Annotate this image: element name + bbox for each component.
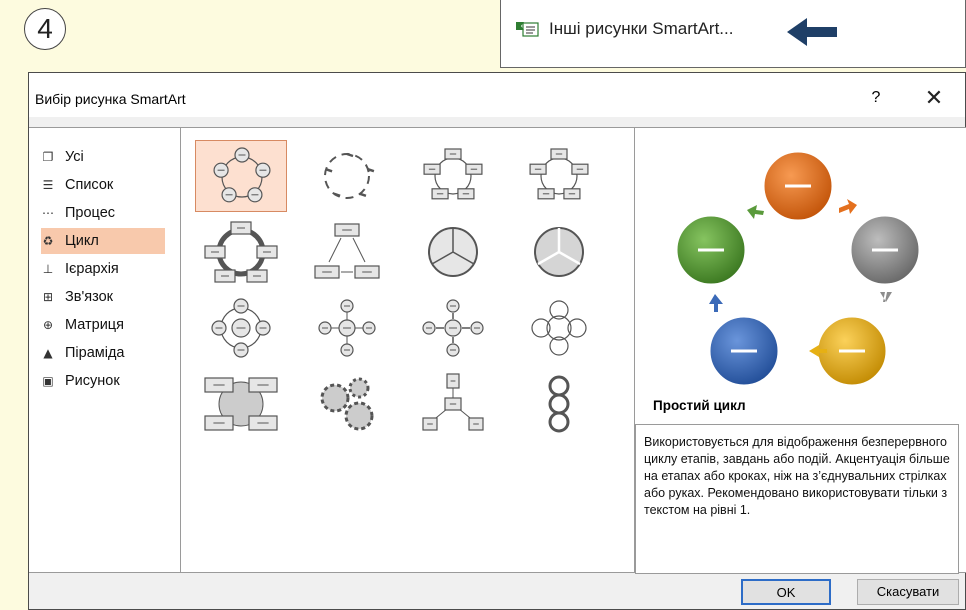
category-label: Ієрархія [65, 261, 119, 277]
layout-thumbnail-block-cycle[interactable] [513, 140, 605, 212]
relationship-icon: ⊞ [42, 290, 54, 304]
category-label: Піраміда [65, 345, 125, 361]
layout-thumbnail-multidirectional-cycle[interactable] [301, 216, 393, 288]
layout-thumbnail-simple-cycle-boxes[interactable] [407, 140, 499, 212]
category-matrix[interactable]: ⊕ Матриця [41, 312, 165, 338]
cancel-button[interactable]: Скасувати [857, 579, 959, 605]
category-all[interactable]: ❐ Усі [41, 144, 165, 170]
category-label: Список [65, 177, 114, 193]
radial-cycle-icon [211, 298, 271, 358]
category-label: Процес [65, 205, 116, 221]
simple-cycle-boxes-icon [423, 148, 483, 200]
layout-thumbnail-diverging-radial[interactable] [407, 292, 499, 364]
gear-icon [320, 377, 374, 431]
pyramid-icon: ▲ [43, 346, 53, 360]
layout-thumbnail-gear[interactable] [301, 368, 393, 440]
multidirectional-cycle-icon [314, 223, 380, 279]
preview-pane: Простий цикл Використовується для відобр… [634, 127, 966, 574]
matrix-icon: ⊕ [42, 318, 54, 332]
process-icon: ⋯ [42, 206, 54, 220]
layout-gallery [180, 127, 635, 573]
category-picture[interactable]: ▣ Рисунок [41, 368, 165, 394]
layout-thumbnail-continuous-cycle[interactable] [195, 216, 287, 288]
layout-thumbnail-basic-cycle[interactable] [195, 140, 287, 212]
all-icon: ❐ [42, 150, 54, 164]
basic-radial-icon [318, 299, 376, 357]
category-hierarchy[interactable]: ⊥ Ієрархія [41, 256, 165, 282]
basic-cycle-icon [213, 147, 271, 203]
layout-thumbnail-radial-venn[interactable] [513, 292, 605, 364]
context-menu: Інші рисунки SmartArt... [500, 0, 966, 68]
layout-thumbnail-text-cycle[interactable] [301, 140, 393, 212]
layout-thumbnail-basic-pie[interactable] [513, 216, 605, 288]
more-smartart-menu-item[interactable]: Інші рисунки SmartArt... [515, 14, 733, 44]
category-label: Усі [65, 149, 84, 165]
category-relationship[interactable]: ⊞ Зв'язок [41, 284, 165, 310]
smartart-dialog: Вибір рисунка SmartArt ? ✕ ❐ Усі ☰ Список … [28, 72, 966, 610]
help-button[interactable]: ? [864, 85, 888, 111]
layout-thumbnail-circle-arrow-process[interactable] [513, 368, 605, 440]
layout-thumbnail-radial-cycle[interactable] [195, 292, 287, 364]
dialog-title: Вибір рисунка SmartArt [35, 91, 186, 107]
category-list-item[interactable]: ☰ Список [41, 172, 165, 198]
cycle-icon: ♻ [42, 234, 54, 248]
circle-arrow-process-icon [548, 375, 570, 433]
radial-cluster-icon [422, 373, 484, 431]
dialog-titlebar: Вибір рисунка SmartArt ? ✕ [29, 73, 965, 117]
picture-icon: ▣ [42, 374, 54, 388]
layout-thumbnail-basic-radial[interactable] [301, 292, 393, 364]
radial-venn-icon [531, 300, 587, 356]
list-icon: ☰ [42, 178, 54, 192]
category-list: ❐ Усі ☰ Список ⋯ Процес ♻ Цикл ⊥ Ієрархія ⊞ Зв… [29, 127, 181, 573]
ok-button[interactable]: OK [741, 579, 831, 605]
block-cycle-icon [529, 148, 589, 200]
category-label: Рисунок [65, 373, 120, 389]
category-cycle[interactable]: ♻ Цикл [41, 228, 165, 254]
category-pyramid[interactable]: ▲ Піраміда [41, 340, 165, 366]
arrow-left-icon [787, 18, 837, 46]
category-label: Зв'язок [65, 289, 113, 305]
category-process[interactable]: ⋯ Процес [41, 200, 165, 226]
text-cycle-icon [324, 152, 375, 199]
more-smartart-label: Інші рисунки SmartArt... [549, 19, 734, 38]
layout-thumbnail-segmented-cycle[interactable] [407, 216, 499, 288]
step-number-badge: 4 [24, 8, 66, 50]
continuous-cycle-icon [204, 221, 278, 283]
segmented-cycle-icon [428, 227, 478, 277]
category-label: Цикл [65, 233, 99, 249]
close-button[interactable]: ✕ [921, 85, 947, 111]
layout-thumbnail-cycle-matrix[interactable] [195, 368, 287, 440]
cycle-preview-image [674, 149, 922, 388]
hierarchy-icon: ⊥ [42, 262, 54, 276]
basic-pie-icon [534, 227, 584, 277]
layout-name: Простий цикл [653, 398, 746, 413]
category-label: Матриця [65, 317, 124, 333]
cycle-matrix-icon [204, 377, 278, 431]
layout-thumbnail-radial-cluster[interactable] [407, 368, 499, 440]
diverging-radial-icon [422, 299, 484, 357]
smartart-icon [516, 22, 539, 37]
layout-description: Використовується для відображення безпер… [635, 424, 959, 574]
